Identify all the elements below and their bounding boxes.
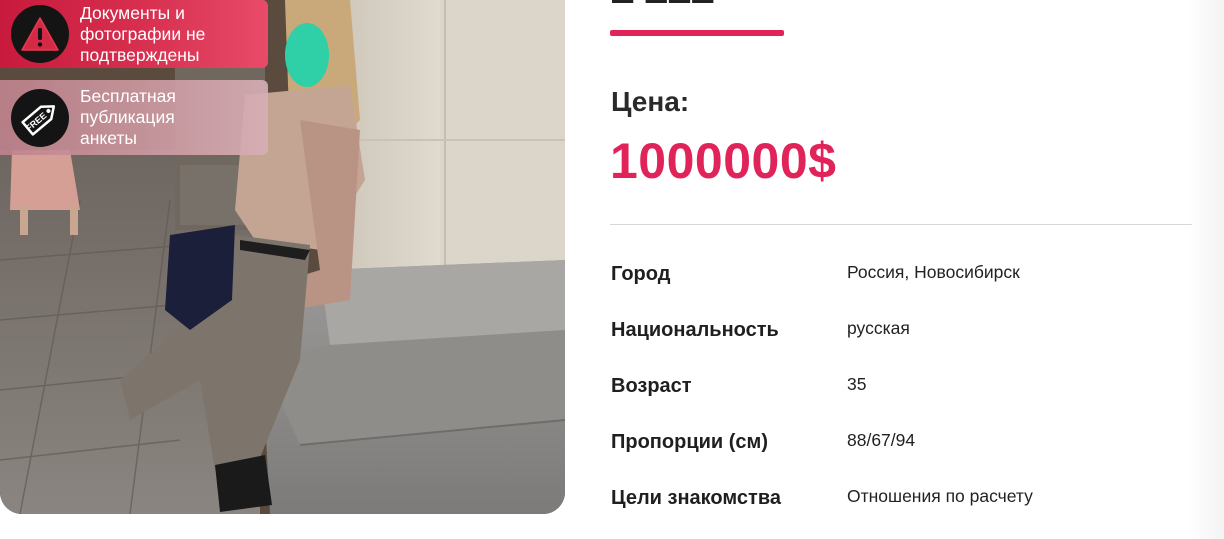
scroll-edge — [1188, 0, 1224, 539]
price-label: Цена: — [611, 86, 690, 117]
detail-row-age: Возраст 35 — [611, 374, 1211, 405]
profile-name-cutoff: ▀ ▀▀▀ — [612, 0, 716, 19]
detail-row-nationality: Национальность русская — [611, 318, 1211, 349]
detail-label: Возраст — [611, 375, 692, 397]
detail-row-goals: Цели знакомства Отношения по расчету — [611, 486, 1211, 517]
warning-icon — [11, 5, 69, 63]
detail-row-city: Город Россия, Новосибирск — [611, 262, 1211, 293]
profile-photo[interactable] — [0, 0, 565, 514]
detail-value: Россия, Новосибирск — [847, 262, 1020, 282]
free-publication-badge-text: Бесплатная публикация анкеты — [80, 86, 176, 148]
detail-label: Пропорции (см) — [611, 431, 769, 453]
free-tag-icon: FREE — [11, 88, 69, 147]
profile-photo-image — [0, 0, 565, 514]
free-tag-text: FREE — [24, 110, 49, 133]
title-underline — [610, 30, 784, 36]
price-value: 1000000$ — [610, 133, 837, 189]
detail-label: Цели знакомства — [611, 487, 781, 509]
unverified-badge: Документы и фотографии не подтверждены — [0, 0, 268, 68]
divider — [610, 224, 1192, 225]
unverified-badge-text: Документы и фотографии не подтверждены — [80, 2, 206, 65]
detail-label: Город — [611, 263, 671, 285]
detail-value: 35 — [847, 374, 867, 394]
free-publication-badge: FREE Бесплатная публикация анкеты — [0, 80, 268, 155]
detail-value: русская — [847, 318, 910, 338]
detail-value: Отношения по расчету — [847, 486, 1033, 506]
detail-value: 88/67/94 — [847, 430, 916, 450]
detail-label: Национальность — [611, 319, 779, 341]
detail-row-proportions: Пропорции (см) 88/67/94 — [611, 430, 1211, 461]
